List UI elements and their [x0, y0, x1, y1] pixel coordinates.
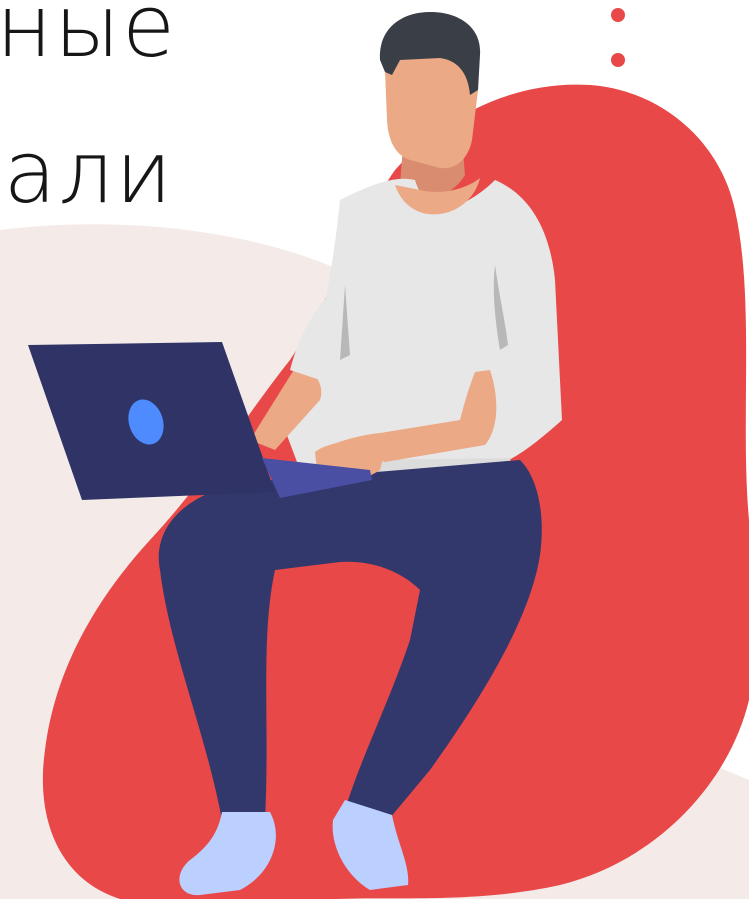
hero-section: ные али [0, 0, 749, 899]
headline-line-1: ные [0, 0, 177, 77]
headline: ные али [0, 0, 360, 240]
menu-dots-icon[interactable] [611, 8, 625, 67]
headline-line-2: али [3, 123, 174, 223]
